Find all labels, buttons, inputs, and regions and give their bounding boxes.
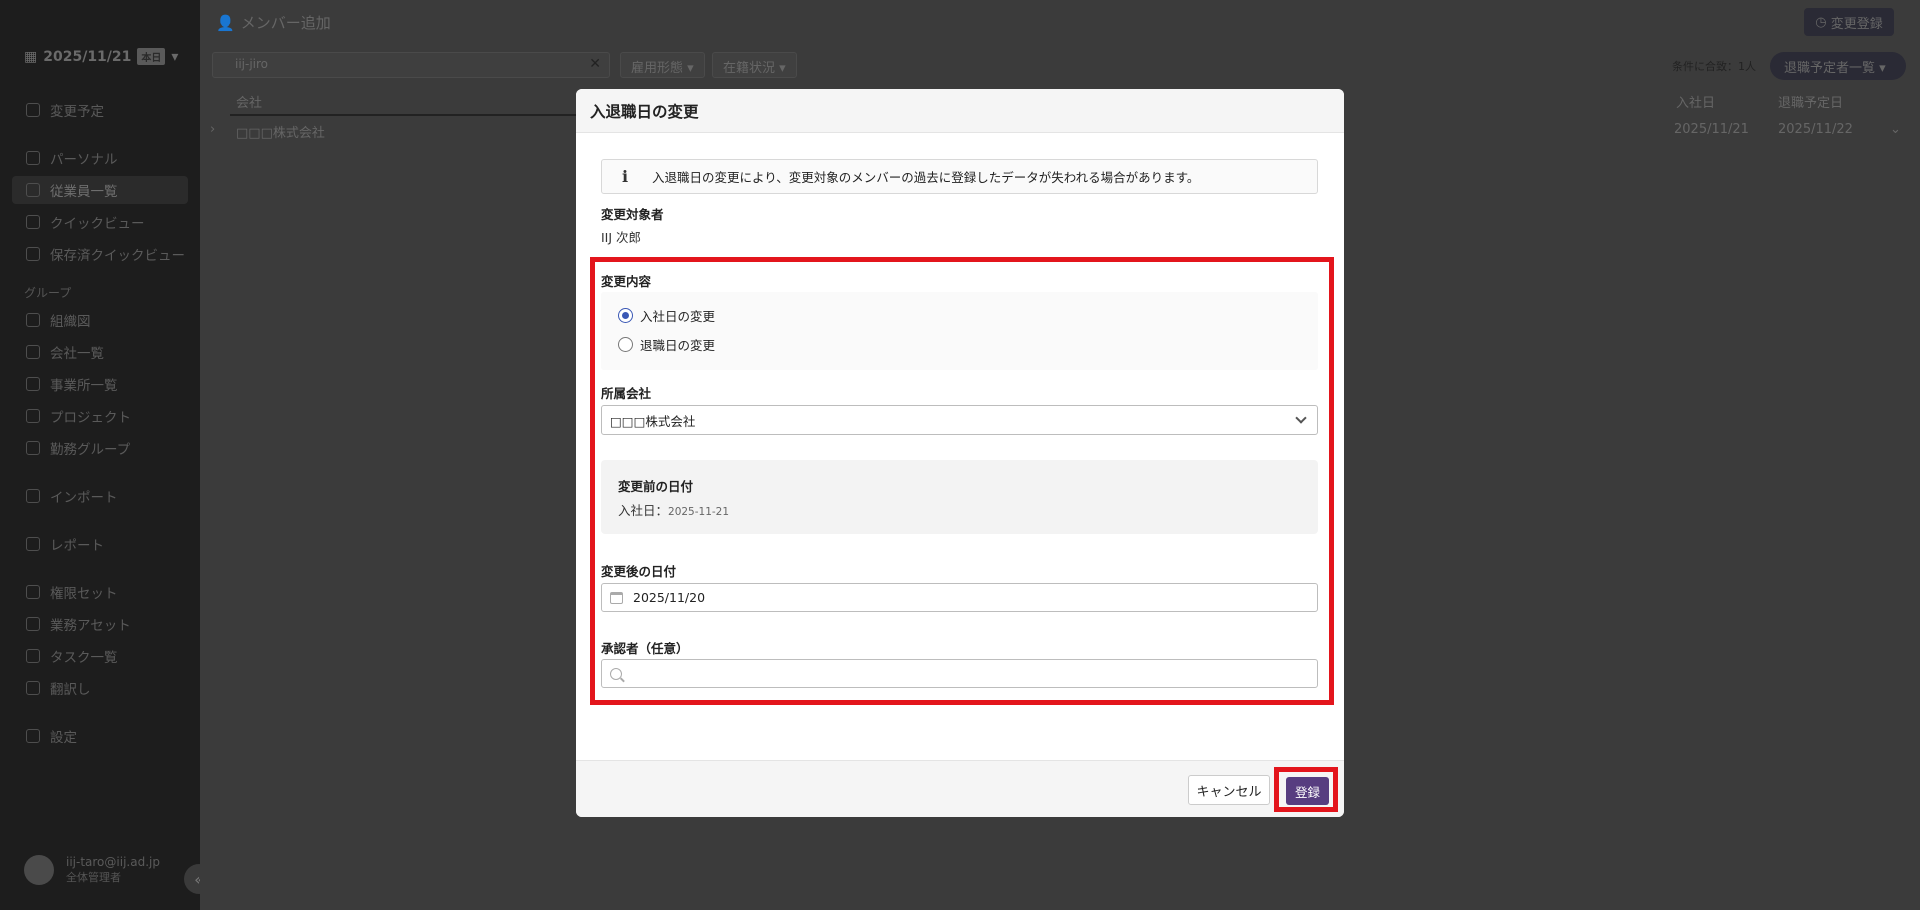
- company-select[interactable]: □□□株式会社: [601, 405, 1318, 435]
- register-button[interactable]: 登録: [1286, 777, 1329, 805]
- before-date-label: 変更前の日付: [618, 479, 694, 494]
- info-icon: i: [621, 167, 629, 186]
- radio-button[interactable]: [618, 337, 633, 352]
- highlight-box: 登録: [1274, 767, 1338, 812]
- cancel-button[interactable]: キャンセル: [1188, 775, 1270, 805]
- company-label: 所属会社: [601, 386, 652, 401]
- approver-search-input[interactable]: [601, 659, 1318, 688]
- before-date-value: 入社日：2025-11-21: [618, 503, 730, 518]
- alert-text: 入退職日の変更により、変更対象のメンバーの過去に登録したデータが失われる場合があ…: [652, 170, 1200, 185]
- target-label: 変更対象者: [601, 207, 664, 222]
- search-icon: [610, 667, 622, 680]
- radio-retire-date[interactable]: 退職日の変更: [618, 335, 715, 354]
- radio-join-date[interactable]: 入社日の変更: [618, 306, 715, 325]
- calendar-icon: [610, 591, 623, 604]
- after-date-input[interactable]: 2025/11/20: [601, 583, 1318, 612]
- dialog-title: 入退職日の変更: [576, 89, 1344, 133]
- change-type-group: 入社日の変更 退職日の変更: [601, 292, 1318, 370]
- warning-alert: i 入退職日の変更により、変更対象のメンバーの過去に登録したデータが失われる場合…: [601, 159, 1318, 194]
- approver-label: 承認者（任意）: [601, 641, 689, 656]
- dialog-footer: キャンセル 登録: [576, 760, 1344, 817]
- chevron-down-icon: [1295, 412, 1307, 424]
- change-type-label: 変更内容: [601, 274, 652, 289]
- before-date-panel: 変更前の日付 入社日：2025-11-21: [601, 460, 1318, 534]
- change-date-dialog: 入退職日の変更 i 入退職日の変更により、変更対象のメンバーの過去に登録したデー…: [576, 89, 1344, 817]
- radio-button-checked[interactable]: [618, 308, 633, 323]
- after-date-label: 変更後の日付: [601, 564, 677, 579]
- target-value: IIJ 次郎: [601, 230, 642, 245]
